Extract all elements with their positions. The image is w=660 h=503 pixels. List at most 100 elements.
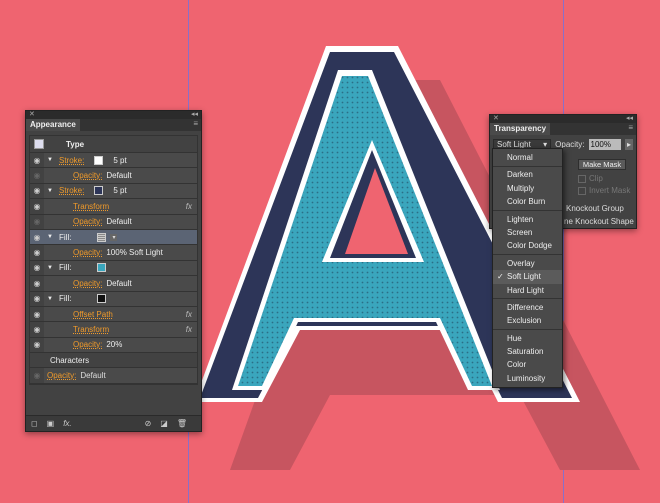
color-swatch[interactable] bbox=[97, 263, 107, 273]
characters-label[interactable]: Characters bbox=[50, 356, 89, 365]
blend-mode-option[interactable]: Color bbox=[493, 358, 562, 371]
add-fill-icon[interactable]: ▣ bbox=[47, 419, 55, 428]
appearance-row-effect[interactable]: ◉ Transform fx bbox=[30, 199, 197, 215]
delete-icon[interactable]: 🗑 bbox=[177, 419, 187, 428]
row-content[interactable]: Offset Path fx bbox=[44, 306, 197, 322]
opacity-link[interactable]: Opacity: bbox=[73, 279, 102, 288]
eye-icon[interactable]: ◉ bbox=[30, 202, 44, 211]
opacity-link[interactable]: Opacity: bbox=[47, 371, 76, 380]
disclosure-triangle-icon[interactable]: ▼ bbox=[47, 157, 55, 163]
appearance-row-stroke[interactable]: ◉ ▼ Stroke: 5 pt bbox=[30, 153, 197, 169]
eye-icon[interactable]: ◉ bbox=[30, 294, 44, 303]
appearance-row-sub[interactable]: ◉ Opacity: 20% bbox=[30, 337, 197, 354]
stroke-weight[interactable]: 5 pt bbox=[113, 186, 126, 195]
eye-icon[interactable]: ◉ bbox=[30, 186, 44, 195]
effect-link[interactable]: Offset Path bbox=[73, 310, 113, 319]
collapse-icon[interactable]: ◂◂ bbox=[191, 111, 198, 119]
blend-mode-option[interactable]: Soft Light bbox=[493, 270, 562, 284]
eye-icon[interactable]: ◉ bbox=[30, 263, 44, 272]
stroke-weight[interactable]: 5 pt bbox=[113, 156, 126, 165]
row-content[interactable]: ▼ Fill: ▾ bbox=[44, 229, 197, 245]
appearance-row-effect[interactable]: ◉ Transform fx bbox=[30, 322, 197, 338]
tab-appearance[interactable]: Appearance bbox=[26, 119, 80, 131]
blend-mode-option[interactable]: Difference bbox=[493, 301, 562, 314]
row-content[interactable]: Opacity: Default bbox=[44, 168, 197, 183]
eye-icon[interactable]: ◉ bbox=[30, 325, 44, 334]
row-content[interactable]: Transform fx bbox=[44, 199, 197, 214]
blend-mode-option[interactable]: Hard Light bbox=[493, 284, 562, 297]
clip-checkbox[interactable] bbox=[578, 174, 586, 183]
blend-mode-option[interactable]: Saturation bbox=[493, 345, 562, 358]
fx-icon[interactable]: fx bbox=[186, 202, 192, 211]
disclosure-triangle-icon[interactable]: ▼ bbox=[47, 188, 55, 194]
fx-icon[interactable]: fx bbox=[186, 325, 192, 334]
blend-mode-option[interactable]: Luminosity bbox=[493, 372, 562, 385]
eye-icon[interactable]: ◉ bbox=[30, 233, 44, 242]
eye-icon[interactable]: ◉ bbox=[30, 217, 44, 226]
appearance-row-sub[interactable]: ◉ Opacity: Default bbox=[30, 168, 197, 184]
color-swatch[interactable] bbox=[97, 232, 107, 242]
appearance-row-sub[interactable]: ◉ Opacity: 100% Soft Light bbox=[30, 245, 197, 261]
opacity-slider-arrow[interactable]: ▸ bbox=[624, 139, 634, 150]
row-content[interactable]: ▼ Stroke: 5 pt bbox=[44, 153, 197, 168]
swatch-dropdown-icon[interactable]: ▾ bbox=[110, 233, 118, 241]
fx-icon[interactable]: fx bbox=[186, 310, 192, 319]
color-swatch[interactable] bbox=[94, 186, 104, 196]
disclosure-triangle-icon[interactable]: ▼ bbox=[47, 265, 55, 271]
blend-mode-option[interactable]: Hue bbox=[493, 332, 562, 345]
row-content[interactable]: Transform fx bbox=[44, 322, 197, 337]
appearance-row-sub[interactable]: ◉ Opacity: Default bbox=[30, 214, 197, 230]
row-content[interactable]: ▼ Fill: bbox=[44, 260, 197, 276]
blend-mode-option[interactable]: Screen bbox=[493, 226, 562, 239]
row-content[interactable]: ▼ Stroke: 5 pt bbox=[44, 183, 197, 199]
blend-mode-option[interactable]: Exclusion bbox=[493, 314, 562, 327]
blend-mode-option[interactable]: Overlay bbox=[493, 257, 562, 270]
color-swatch[interactable] bbox=[94, 155, 104, 165]
panel-menu-icon[interactable]: ≡ bbox=[193, 119, 201, 131]
panel-menu-icon[interactable]: ≡ bbox=[628, 123, 636, 135]
blend-mode-option[interactable]: Multiply bbox=[493, 182, 562, 195]
characters-opacity-row[interactable]: Opacity: Default bbox=[44, 368, 197, 383]
disclosure-triangle-icon[interactable]: ▼ bbox=[47, 234, 55, 240]
blend-mode-option[interactable]: Darken bbox=[493, 168, 562, 181]
eye-icon[interactable]: ◉ bbox=[30, 171, 44, 180]
eye-icon[interactable]: ◉ bbox=[30, 371, 44, 380]
appearance-row-effect[interactable]: ◉ Offset Path fx bbox=[30, 306, 197, 323]
appearance-row-stroke[interactable]: ◉ ▼ Stroke: 5 pt bbox=[30, 183, 197, 200]
effect-link[interactable]: Transform bbox=[73, 325, 109, 334]
opacity-input[interactable]: 100% bbox=[588, 139, 621, 150]
eye-icon[interactable]: ◉ bbox=[30, 340, 44, 349]
color-swatch[interactable] bbox=[97, 294, 107, 304]
appearance-row-fill[interactable]: ◉ ▼ Fill: bbox=[30, 260, 197, 277]
opacity-link[interactable]: Opacity: bbox=[73, 248, 102, 257]
row-content[interactable]: ▼ Fill: bbox=[44, 291, 197, 306]
tab-transparency[interactable]: Transparency bbox=[490, 123, 551, 135]
stroke-label[interactable]: Stroke: bbox=[59, 156, 84, 165]
opacity-link[interactable]: Opacity: bbox=[73, 217, 102, 226]
add-stroke-icon[interactable]: ◻ bbox=[31, 419, 38, 428]
eye-icon[interactable]: ◉ bbox=[30, 279, 44, 288]
eye-icon[interactable]: ◉ bbox=[30, 156, 44, 165]
clear-appearance-icon[interactable]: ⊘ bbox=[145, 419, 152, 428]
blend-mode-option[interactable]: Lighten bbox=[493, 213, 562, 226]
appearance-row-fill[interactable]: ◉ ▼ Fill: bbox=[30, 291, 197, 307]
row-content[interactable]: Opacity: 20% bbox=[44, 337, 197, 353]
collapse-icon[interactable]: ◂◂ bbox=[626, 115, 633, 123]
disclosure-triangle-icon[interactable]: ▼ bbox=[47, 296, 55, 302]
opacity-link[interactable]: Opacity: bbox=[73, 171, 102, 180]
close-icon[interactable]: ✕ bbox=[29, 111, 35, 119]
blend-mode-option[interactable]: Color Burn bbox=[493, 195, 562, 208]
eye-icon[interactable]: ◉ bbox=[30, 248, 44, 257]
opacity-link[interactable]: Opacity: bbox=[73, 340, 102, 349]
appearance-row-sub[interactable]: ◉ Opacity: Default bbox=[30, 276, 197, 292]
row-content[interactable]: Opacity: Default bbox=[44, 276, 197, 291]
knockout-shape-label[interactable]: ne Knockout Shape bbox=[564, 217, 634, 226]
stroke-label[interactable]: Stroke: bbox=[59, 186, 84, 195]
effect-link[interactable]: Transform bbox=[73, 202, 109, 211]
close-icon[interactable]: ✕ bbox=[493, 115, 499, 123]
blend-mode-option[interactable]: Normal bbox=[493, 151, 562, 164]
row-content[interactable]: Opacity: Default bbox=[44, 214, 197, 229]
knockout-group-label[interactable]: Knockout Group bbox=[566, 204, 624, 213]
make-mask-button[interactable]: Make Mask bbox=[578, 159, 626, 170]
blend-mode-option[interactable]: Color Dodge bbox=[493, 239, 562, 252]
